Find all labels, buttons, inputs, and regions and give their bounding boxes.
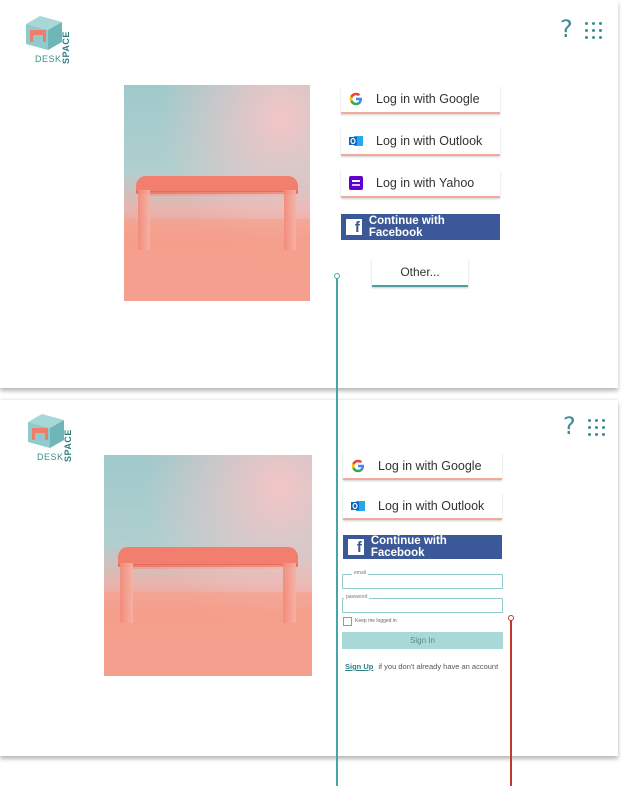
sign-in-button[interactable]: Sign In <box>342 632 503 649</box>
hero-desk-image <box>104 455 312 676</box>
outlook-login-label: Log in with Outlook <box>376 134 483 148</box>
facebook-login-label: Continue with Facebook <box>370 535 447 559</box>
yahoo-login-label: Log in with Yahoo <box>376 176 475 190</box>
email-field[interactable]: email <box>342 570 503 590</box>
sign-up-link[interactable]: Sign Up <box>345 662 373 671</box>
logo-word-space: SPACE <box>63 429 73 462</box>
deskspace-logo: DESK SPACE <box>26 414 78 466</box>
flow-connector-teal <box>336 278 338 786</box>
outlook-login-button[interactable]: Log in with Outlook <box>343 493 502 520</box>
email-input[interactable] <box>342 574 503 589</box>
logo-word-space: SPACE <box>61 31 71 64</box>
apps-grid-icon[interactable] <box>585 22 603 40</box>
logo-cube-icon <box>26 16 62 50</box>
google-login-label: Log in with Google <box>376 92 480 106</box>
google-login-button[interactable]: Log in with Google <box>343 453 502 480</box>
deskspace-logo: DESK SPACE <box>24 16 76 68</box>
password-input[interactable] <box>342 598 503 613</box>
login-screen-email: DESK SPACE ? Log in with Google Log in w… <box>0 400 618 756</box>
logo-cube-icon <box>28 414 64 448</box>
help-icon[interactable]: ? <box>563 414 576 438</box>
google-icon <box>351 459 365 473</box>
google-icon <box>349 92 363 106</box>
yahoo-icon <box>349 176 363 190</box>
help-icon[interactable]: ? <box>560 17 573 41</box>
outlook-login-label: Log in with Outlook <box>378 498 485 513</box>
flow-connector-red-dot <box>508 615 514 621</box>
outlook-icon <box>351 499 365 513</box>
login-screen-options: DESK SPACE ? Log in with Google Log in w… <box>0 0 618 388</box>
logo-word-desk: DESK <box>37 452 64 462</box>
logo-word-desk: DESK <box>35 54 62 64</box>
facebook-icon: f <box>348 539 364 555</box>
keep-logged-in-checkbox[interactable] <box>343 617 352 626</box>
password-label: password <box>344 594 370 600</box>
yahoo-login-button[interactable]: Log in with Yahoo <box>341 170 500 198</box>
other-login-label: Other... <box>400 265 440 279</box>
email-label: email <box>352 570 368 576</box>
facebook-login-label: Continue with Facebook <box>368 215 445 239</box>
sign-in-label: Sign In <box>410 636 435 645</box>
outlook-icon <box>349 134 363 148</box>
google-login-label: Log in with Google <box>378 458 482 473</box>
keep-logged-in-label: Keep me logged in <box>355 618 397 624</box>
facebook-login-button[interactable]: f Continue with Facebook <box>343 535 502 559</box>
other-login-button[interactable]: Other... <box>372 259 468 287</box>
facebook-login-button[interactable]: f Continue with Facebook <box>341 214 500 240</box>
apps-grid-icon[interactable] <box>588 419 606 437</box>
signup-prompt: Sign Up if you don't already have an acco… <box>345 662 498 671</box>
outlook-login-button[interactable]: Log in with Outlook <box>341 128 500 156</box>
hero-desk-image <box>124 85 310 301</box>
facebook-icon: f <box>346 219 362 235</box>
google-login-button[interactable]: Log in with Google <box>341 86 500 114</box>
flow-connector-red <box>510 620 512 786</box>
password-field[interactable]: password <box>342 594 503 614</box>
signup-text: if you don't already have an account <box>378 662 499 671</box>
flow-connector-teal-dot <box>334 273 340 279</box>
